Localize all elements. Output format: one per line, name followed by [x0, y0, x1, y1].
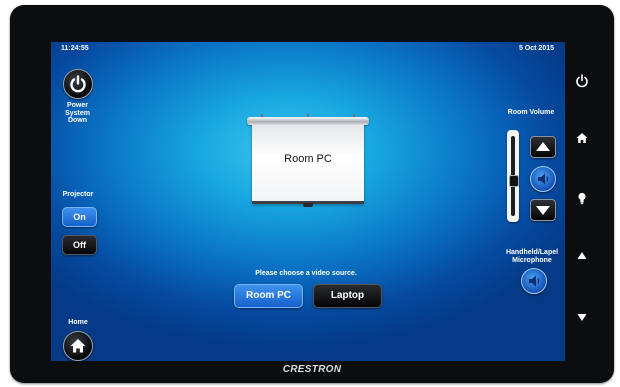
roller-hook	[307, 114, 309, 117]
screen-roller	[247, 114, 369, 125]
power-icon	[70, 75, 86, 93]
roller-hook	[353, 114, 355, 117]
hard-up-button[interactable]	[571, 245, 593, 267]
current-date: 5 Oct 2015	[518, 45, 554, 52]
power-system-down-button[interactable]	[63, 69, 93, 99]
projection-screen-preview: Room PC	[247, 114, 369, 207]
touch-screen: 11:24:55 5 Oct 2015 Power System Down Pr…	[51, 42, 565, 361]
projector-off-button[interactable]: Off	[62, 235, 97, 255]
arrow-up-icon	[536, 142, 550, 151]
lightbulb-icon	[578, 192, 586, 205]
speaker-icon	[529, 275, 540, 287]
volume-slider-knob[interactable]	[509, 174, 519, 187]
volume-up-button[interactable]	[530, 136, 556, 158]
projector-on-button[interactable]: On	[62, 207, 97, 227]
roller-hook	[261, 114, 263, 117]
room-volume-label: Room Volume	[507, 109, 555, 116]
home-label: Home	[68, 319, 88, 326]
screen-pull-handle	[303, 203, 313, 207]
microphone-mute-button[interactable]	[521, 268, 547, 294]
speaker-icon	[538, 173, 549, 185]
arrow-down-icon	[577, 314, 587, 321]
brand-logo: CRESTRON	[282, 364, 342, 375]
hard-lights-button[interactable]	[571, 187, 593, 209]
projector-label: Projector	[62, 191, 94, 198]
microphone-label: Handheld/Lapel Microphone	[505, 249, 559, 264]
touch-panel-bezel: 11:24:55 5 Oct 2015 Power System Down Pr…	[10, 5, 614, 383]
arrow-down-icon	[536, 206, 550, 215]
clock-time: 11:24:55	[61, 45, 89, 52]
room-volume-slider[interactable]	[507, 130, 519, 222]
source-laptop-button[interactable]: Laptop	[313, 284, 382, 308]
home-button[interactable]	[63, 331, 93, 361]
volume-mute-button[interactable]	[530, 166, 556, 192]
home-icon	[576, 133, 588, 143]
power-system-down-label: Power System Down	[65, 102, 90, 125]
source-prompt: Please choose a video source.	[255, 270, 357, 277]
source-room-pc-button[interactable]: Room PC	[234, 284, 303, 308]
hard-power-button[interactable]	[571, 70, 593, 92]
volume-down-button[interactable]	[530, 199, 556, 221]
arrow-up-icon	[577, 252, 587, 259]
current-source-label: Room PC	[284, 153, 332, 165]
hard-home-button[interactable]	[571, 127, 593, 149]
hard-down-button[interactable]	[571, 306, 593, 328]
power-icon	[576, 74, 588, 88]
home-icon	[70, 339, 86, 353]
